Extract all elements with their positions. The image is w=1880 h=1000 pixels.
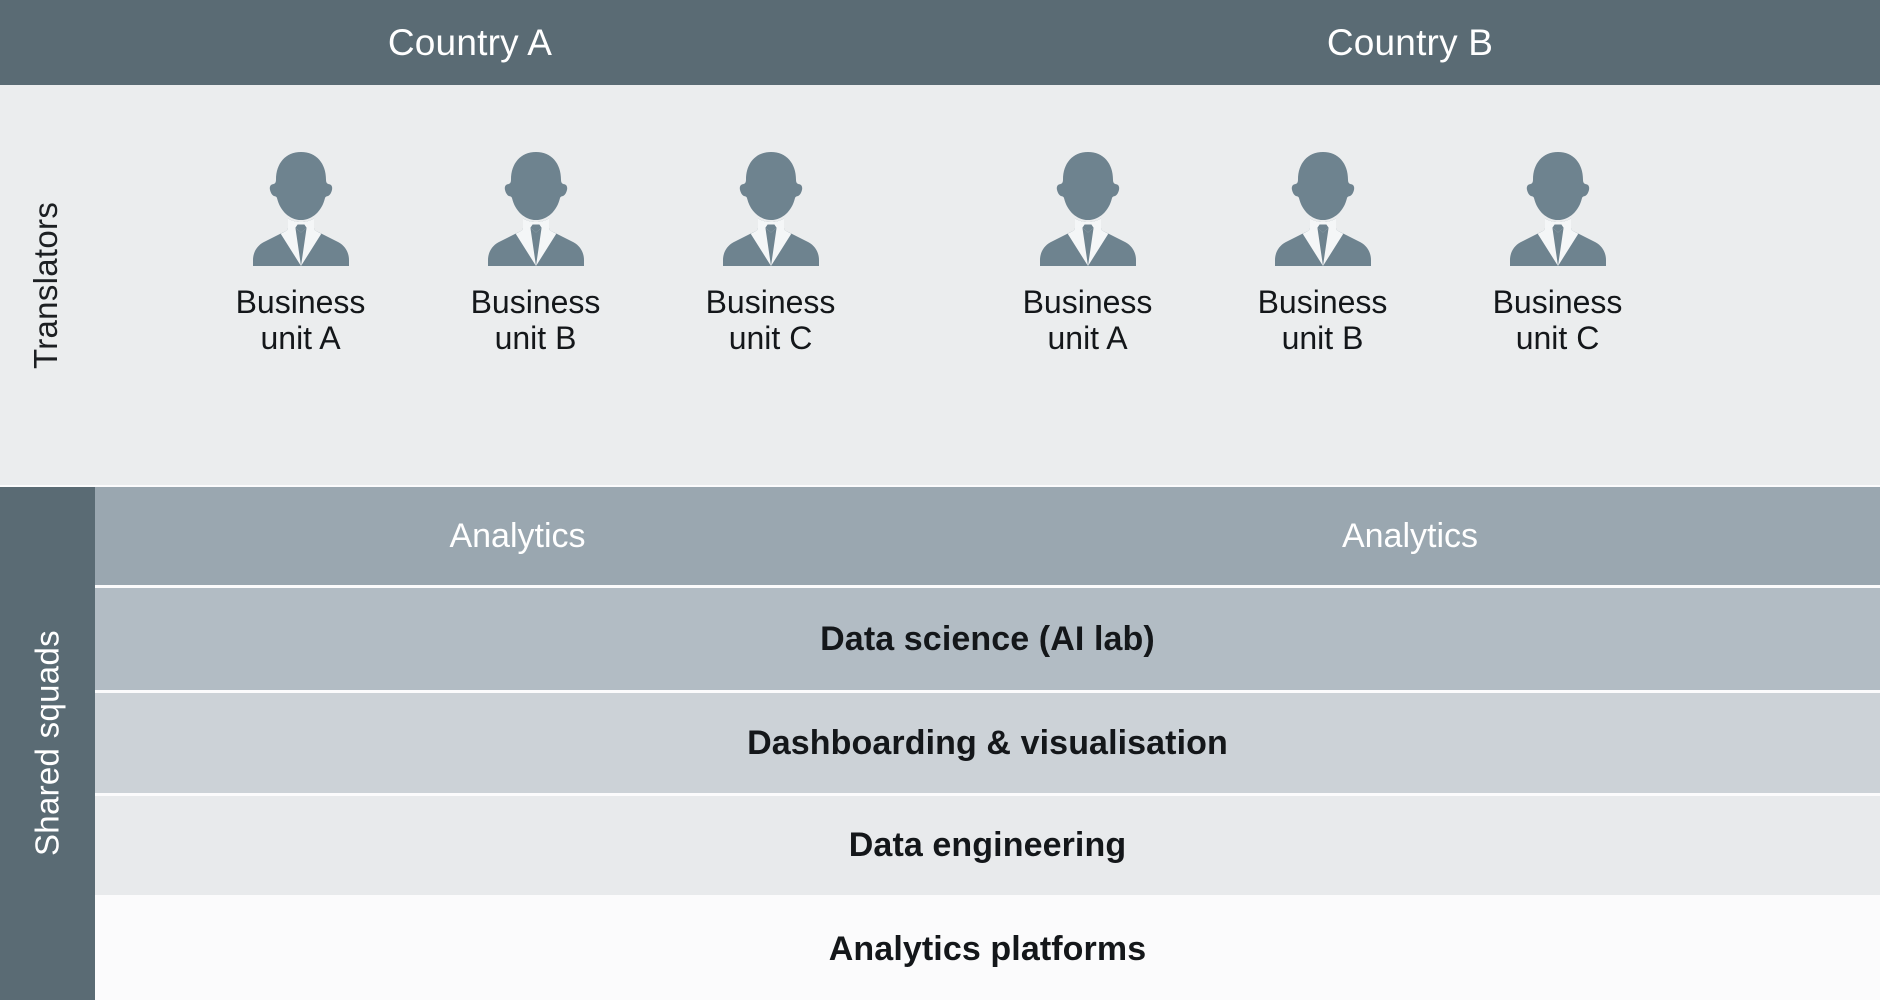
squad-row-analytics[interactable]: Analytics Analytics: [95, 487, 1880, 585]
businessman-avatar-icon: [476, 148, 596, 266]
businessman-avatar-icon: [711, 148, 831, 266]
business-unit-card[interactable]: Business unit A: [970, 85, 1205, 357]
squad-cell-analytics-country-a[interactable]: Analytics: [95, 487, 940, 585]
country-header-band: Country A Country B: [0, 0, 1880, 85]
squad-label: Analytics: [449, 517, 585, 556]
translators-group-country-b: Business unit A Business unit B: [940, 85, 1880, 485]
squad-row-dashboarding[interactable]: Dashboarding & visualisation: [95, 693, 1880, 793]
squad-label: Data engineering: [849, 826, 1126, 865]
squad-row-data-engineering[interactable]: Data engineering: [95, 796, 1880, 895]
business-unit-card[interactable]: Business unit B: [1205, 85, 1440, 357]
business-unit-label: Business unit C: [706, 284, 836, 357]
diagram-canvas: Country A Country B Translators Business…: [0, 0, 1880, 1000]
country-b-label: Country B: [1327, 22, 1493, 64]
business-unit-label: Business unit B: [471, 284, 601, 357]
business-unit-card[interactable]: Business unit A: [183, 85, 418, 357]
squad-label: Data science (AI lab): [820, 620, 1155, 659]
squad-label: Analytics platforms: [829, 930, 1146, 969]
translators-group-country-a: Business unit A Business unit B: [95, 85, 940, 485]
business-unit-card[interactable]: Business unit B: [418, 85, 653, 357]
squad-row-data-science[interactable]: Data science (AI lab): [95, 588, 1880, 690]
businessman-avatar-icon: [1263, 148, 1383, 266]
businessman-avatar-icon: [241, 148, 361, 266]
shared-squads-side-label: Shared squads: [0, 487, 95, 1000]
shared-squads-stack: Analytics Analytics Data science (AI lab…: [95, 487, 1880, 1000]
businessman-avatar-icon: [1028, 148, 1148, 266]
business-unit-card[interactable]: Business unit C: [653, 85, 888, 357]
squad-label: Analytics: [1342, 517, 1478, 556]
squad-cell-analytics-country-b[interactable]: Analytics: [940, 487, 1880, 585]
business-unit-label: Business unit B: [1258, 284, 1388, 357]
business-unit-label: Business unit C: [1493, 284, 1623, 357]
squad-row-analytics-platforms[interactable]: Analytics platforms: [95, 898, 1880, 1000]
business-unit-label: Business unit A: [1023, 284, 1153, 357]
squad-label: Dashboarding & visualisation: [747, 724, 1228, 763]
businessman-avatar-icon: [1498, 148, 1618, 266]
translators-side-label: Translators: [6, 85, 86, 485]
country-a-label: Country A: [388, 22, 552, 64]
country-header-b: Country B: [940, 0, 1880, 85]
business-unit-label: Business unit A: [236, 284, 366, 357]
country-header-a: Country A: [0, 0, 940, 85]
business-unit-card[interactable]: Business unit C: [1440, 85, 1675, 357]
